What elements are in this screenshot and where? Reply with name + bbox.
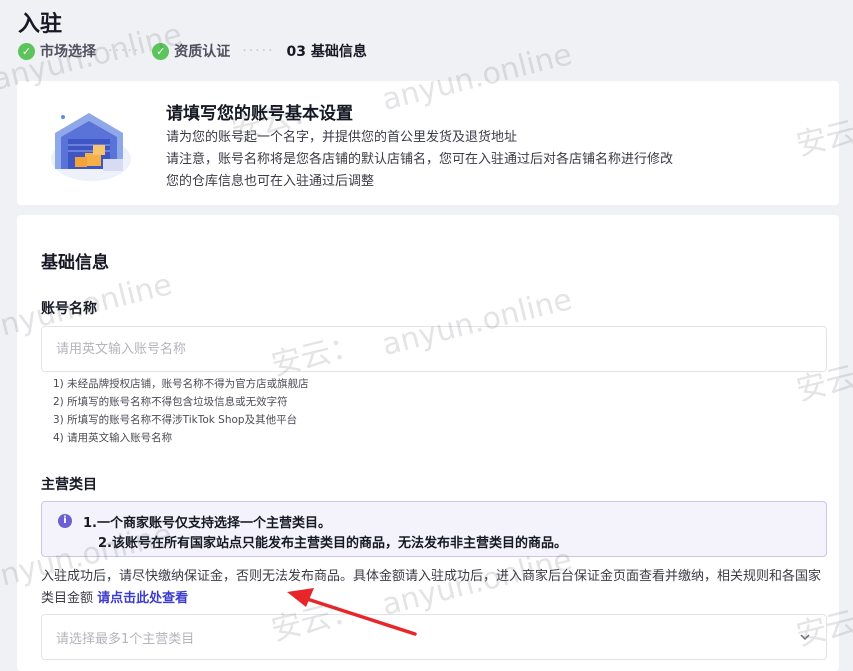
deposit-notice: 入驻成功后，请尽快缴纳保证金，否则无法发布商品。具体金额请入驻成功后，进入商家后… <box>41 566 831 610</box>
intro-line: 请注意，账号名称将是您各店铺的默认店铺名，您可在入驻通过后对各店铺名称进行修改 <box>166 152 674 167</box>
check-icon: ✓ <box>18 42 35 60</box>
category-select[interactable]: 请选择最多1个主营类目 <box>41 614 827 660</box>
basic-info-card: 基础信息 账号名称 1) 未经品牌授权店铺，账号名称不得为官方店或旗舰店 2) … <box>17 215 839 671</box>
section-title: 基础信息 <box>41 253 109 273</box>
step-basic-info: 03 基础信息 <box>287 41 367 61</box>
alert-line: 1.一个商家账号仅支持选择一个主营类目。 <box>83 516 331 531</box>
step-divider: ····· <box>108 43 141 59</box>
intro-title: 请填写您的账号基本设置 <box>166 104 353 124</box>
category-select-placeholder: 请选择最多1个主营类目 <box>56 631 195 647</box>
step-label: 03 基础信息 <box>286 44 367 60</box>
hint-line: 4) 请用英文输入账号名称 <box>53 432 173 444</box>
category-alert: i 1.一个商家账号仅支持选择一个主营类目。 2.该账号在所有国家站点只能发布主… <box>41 501 827 557</box>
category-label: 主营类目 <box>41 477 97 493</box>
account-name-input[interactable] <box>41 326 827 372</box>
intro-line: 请为您的账号起一个名字，并提供您的首公里发货及退货地址 <box>166 130 518 145</box>
hint-line: 2) 所填写的账号名称不得包含垃圾信息或无效字符 <box>53 396 288 408</box>
chevron-down-icon <box>800 634 810 641</box>
alert-line: 2.该账号在所有国家站点只能发布主营类目的商品，无法发布非主营类目的商品。 <box>98 536 567 551</box>
page-title: 入驻 <box>18 12 63 37</box>
progress-steps: ✓ 市场选择 ····· ✓ 资质认证 ····· 03 基础信息 <box>18 40 367 62</box>
hint-line: 3) 所填写的账号名称不得涉TikTok Shop及其他平台 <box>53 414 298 426</box>
intro-card: 请填写您的账号基本设置 请为您的账号起一个名字，并提供您的首公里发货及退货地址 … <box>17 81 839 205</box>
hint-line: 1) 未经品牌授权店铺，账号名称不得为官方店或旗舰店 <box>53 378 309 390</box>
step-qualification: ✓ 资质认证 <box>152 41 230 61</box>
info-icon: i <box>58 514 72 528</box>
intro-line: 您的仓库信息也可在入驻通过后调整 <box>166 174 375 189</box>
check-icon: ✓ <box>152 42 170 60</box>
warehouse-icon <box>51 113 131 181</box>
account-name-label: 账号名称 <box>41 301 97 317</box>
step-divider: ····· <box>242 43 275 59</box>
step-market: ✓ 市场选择 <box>18 41 96 61</box>
step-label: 市场选择 <box>40 44 96 60</box>
deposit-details-link[interactable]: 请点击此处查看 <box>97 591 188 606</box>
step-label: 资质认证 <box>174 44 231 60</box>
